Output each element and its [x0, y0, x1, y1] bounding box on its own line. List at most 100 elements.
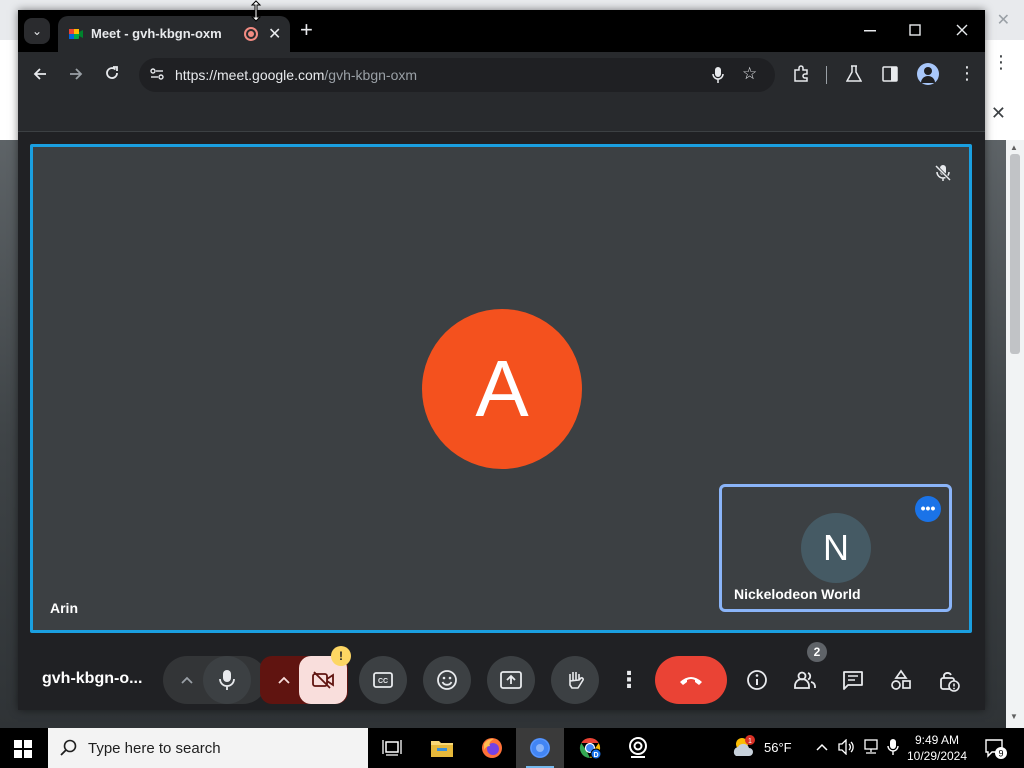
self-view-more-options-button[interactable]: ••• [915, 496, 941, 522]
clock-date: 10/29/2024 [906, 749, 968, 763]
reactions-button[interactable] [423, 656, 471, 704]
chevron-up-icon [181, 676, 193, 684]
url-text[interactable]: https://meet.google.com/gvh-kbgn-oxm [175, 67, 417, 83]
activities-button[interactable] [877, 656, 925, 704]
firefox-button[interactable] [468, 728, 516, 768]
tab-search-button[interactable]: ⌄ [24, 18, 50, 44]
bookmark-star-icon[interactable]: ☆ [742, 64, 757, 84]
tray-microphone-icon[interactable] [886, 738, 900, 756]
scroll-down-icon[interactable]: ▼ [1010, 712, 1018, 721]
address-bar[interactable]: https://meet.google.com/gvh-kbgn-oxm ☆ [139, 58, 775, 92]
chevron-up-icon [278, 676, 290, 684]
labs-flask-icon[interactable] [846, 65, 862, 83]
self-view-tile[interactable]: N Nickelodeon World ••• [719, 484, 952, 612]
new-tab-button[interactable]: + [300, 18, 313, 42]
search-icon [60, 739, 77, 756]
url-path: /gvh-kbgn-oxm [324, 67, 418, 83]
meet-content: A Arin N Nickelodeon World ••• gvh-kbgn-… [18, 132, 985, 710]
activities-shapes-icon [891, 669, 911, 690]
background-scrollbar[interactable]: ▲ ▼ [1006, 140, 1024, 728]
main-participant-tile[interactable]: A Arin N Nickelodeon World ••• [30, 144, 972, 633]
people-icon [794, 671, 816, 689]
info-icon [747, 670, 767, 690]
chrome-profile-button[interactable]: D [566, 728, 614, 768]
taskbar-clock[interactable]: 9:49 AM 10/29/2024 [906, 732, 968, 764]
network-icon[interactable] [862, 739, 880, 755]
participant-count-badge: 2 [807, 642, 827, 662]
notification-count: 9 [998, 749, 1003, 759]
present-screen-button[interactable] [487, 656, 535, 704]
window-close-icon[interactable] [956, 24, 968, 36]
windows-start-icon[interactable] [14, 740, 32, 758]
meeting-details-button[interactable] [733, 656, 781, 704]
forward-icon[interactable] [68, 66, 84, 82]
meeting-code: gvh-kbgn-o... [42, 670, 143, 687]
maximize-icon[interactable] [909, 24, 921, 36]
emoji-icon [437, 670, 457, 690]
background-dismiss-icon[interactable]: ✕ [991, 103, 1006, 124]
microphone-icon [219, 670, 235, 690]
reload-icon[interactable] [104, 65, 120, 81]
scrollbar-thumb[interactable] [1010, 154, 1020, 354]
volume-icon[interactable] [838, 739, 856, 755]
svg-text:CC: CC [378, 678, 388, 685]
side-panel-icon[interactable] [882, 66, 898, 82]
scroll-up-icon[interactable]: ▲ [1010, 143, 1018, 152]
site-settings-icon[interactable] [149, 66, 165, 82]
captions-button[interactable]: CC [359, 656, 407, 704]
resize-cursor-icon [250, 0, 262, 22]
mic-muted-icon [934, 164, 952, 182]
extensions-icon[interactable] [792, 65, 810, 83]
captions-icon: CC [373, 672, 393, 688]
task-view-button[interactable] [368, 728, 416, 768]
weather-alert-badge: 1 [748, 738, 752, 745]
self-view-avatar: N [801, 513, 871, 583]
hang-up-icon [680, 677, 702, 685]
tab-title: Meet - gvh-kbgn-oxm [91, 26, 222, 41]
chrome-menu-icon[interactable]: ⋮ [958, 63, 976, 84]
background-menu-icon[interactable]: ⋮ [992, 52, 1010, 73]
browser-window: ⌄ Meet - gvh-kbgn-oxm ✕ + https://meet.g… [18, 10, 985, 710]
minimize-icon[interactable] [864, 30, 876, 32]
taskbar-search-placeholder: Type here to search [88, 740, 221, 757]
present-screen-icon [500, 671, 522, 689]
chat-button[interactable] [829, 656, 877, 704]
windows-taskbar: Type here to search D 1 56°F 9:49 AM 10/… [0, 728, 1024, 768]
profile-avatar-icon[interactable] [917, 63, 939, 85]
toolbar-separator [826, 66, 827, 84]
more-options-button[interactable]: ⋮ [605, 656, 653, 704]
back-icon[interactable] [32, 66, 48, 82]
tray-chevron-up-icon[interactable] [816, 742, 828, 752]
clock-time: 9:49 AM [914, 733, 960, 747]
file-explorer-button[interactable] [418, 728, 466, 768]
webcam-app-icon [629, 737, 647, 758]
main-participant-name: Arin [50, 600, 78, 616]
notifications-icon[interactable]: 9 [984, 738, 1008, 760]
background-close-icon[interactable]: ✕ [997, 10, 1010, 30]
camera-warning-badge[interactable]: ! [331, 646, 351, 666]
weather-icon[interactable]: 1 [730, 734, 756, 760]
chrome-profile-icon: D [579, 737, 602, 760]
tab-close-button[interactable]: ✕ [268, 24, 281, 44]
self-view-name: Nickelodeon World [734, 586, 861, 602]
meeting-controls-bar: gvh-kbgn-o... ! CC ⋮ 2 [18, 642, 985, 710]
weather-temperature[interactable]: 56°F [764, 740, 792, 755]
people-button[interactable] [781, 656, 829, 704]
tab-strip: ⌄ Meet - gvh-kbgn-oxm ✕ + [18, 10, 985, 52]
camera-app-button[interactable] [614, 728, 662, 768]
raise-hand-button[interactable] [551, 656, 599, 704]
bookmarks-bar [18, 98, 985, 132]
camera-off-icon [312, 671, 334, 689]
browser-toolbar: https://meet.google.com/gvh-kbgn-oxm ☆ ⋮ [18, 52, 985, 98]
microphone-button[interactable] [203, 656, 251, 704]
svg-text:D: D [593, 752, 598, 759]
voice-search-icon[interactable] [711, 66, 725, 84]
raise-hand-icon [569, 672, 584, 689]
main-participant-avatar: A [422, 309, 582, 469]
host-controls-button[interactable] [925, 656, 973, 704]
chrome-button[interactable] [516, 728, 564, 768]
task-view-icon [382, 740, 402, 756]
recording-icon [244, 27, 258, 41]
taskbar-search-box[interactable]: Type here to search [48, 728, 368, 768]
leave-call-button[interactable] [655, 656, 727, 704]
